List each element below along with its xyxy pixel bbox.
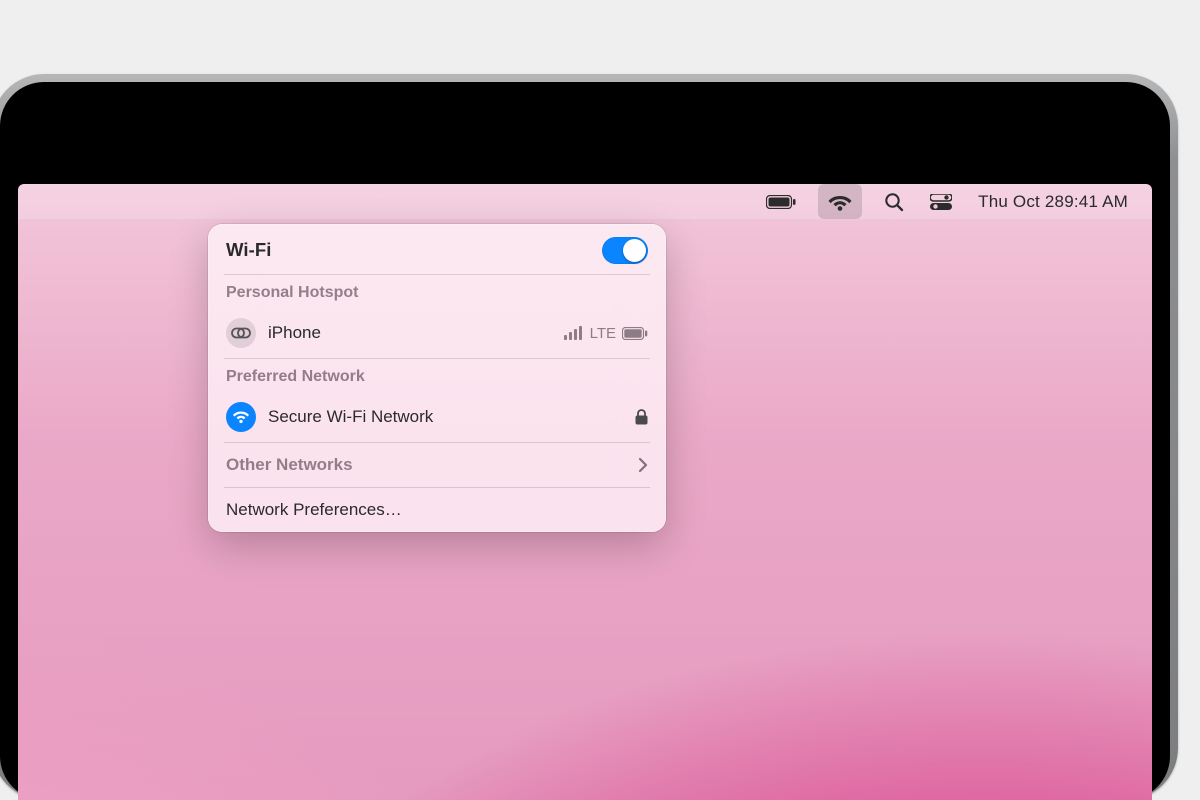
preferred-network-header: Preferred Network bbox=[208, 361, 666, 393]
hotspot-status: LTE bbox=[564, 325, 648, 342]
menu-bar-date: Thu Oct 28 bbox=[978, 192, 1064, 212]
battery-menu-item[interactable] bbox=[762, 184, 800, 219]
wifi-icon bbox=[828, 193, 852, 211]
spotlight-menu-item[interactable] bbox=[880, 184, 908, 219]
other-networks-row[interactable]: Other Networks bbox=[208, 445, 666, 485]
network-preferences-row[interactable]: Network Preferences… bbox=[208, 490, 666, 530]
network-preferences-label: Network Preferences… bbox=[226, 500, 402, 520]
hotspot-name: iPhone bbox=[268, 323, 552, 343]
control-center-menu-item[interactable] bbox=[926, 184, 956, 219]
cellular-bars-icon bbox=[564, 326, 584, 340]
wifi-title: Wi-Fi bbox=[226, 239, 272, 261]
wifi-menu-item[interactable] bbox=[818, 184, 862, 219]
control-center-icon bbox=[930, 194, 952, 210]
wifi-connected-icon bbox=[226, 402, 256, 432]
other-networks-label: Other Networks bbox=[226, 455, 353, 475]
divider bbox=[224, 442, 650, 443]
menu-bar: Thu Oct 28 9:41 AM bbox=[18, 184, 1152, 219]
wifi-small-icon bbox=[232, 410, 250, 424]
laptop-frame: Thu Oct 28 9:41 AM Wi-Fi Personal Hotspo… bbox=[0, 74, 1178, 800]
lock-icon bbox=[635, 409, 648, 425]
desktop-screen: Thu Oct 28 9:41 AM Wi-Fi Personal Hotspo… bbox=[18, 184, 1152, 800]
wifi-dropdown-panel: Wi-Fi Personal Hotspot iPhone bbox=[208, 224, 666, 532]
divider bbox=[224, 358, 650, 359]
preferred-network-item[interactable]: Secure Wi-Fi Network bbox=[214, 394, 660, 440]
hotspot-signal-label: LTE bbox=[590, 325, 616, 342]
battery-small-icon bbox=[622, 327, 648, 340]
menu-bar-time: 9:41 AM bbox=[1064, 192, 1128, 212]
hotspot-icon bbox=[226, 318, 256, 348]
personal-hotspot-header: Personal Hotspot bbox=[208, 277, 666, 309]
chain-link-icon bbox=[231, 327, 251, 339]
battery-icon bbox=[766, 195, 796, 209]
wifi-toggle-knob bbox=[623, 239, 646, 262]
menu-bar-clock[interactable]: Thu Oct 28 9:41 AM bbox=[974, 184, 1132, 219]
divider bbox=[224, 487, 650, 488]
wifi-title-row: Wi-Fi bbox=[208, 228, 666, 272]
hotspot-item-iphone[interactable]: iPhone LTE bbox=[214, 310, 660, 356]
chevron-right-icon bbox=[638, 457, 648, 473]
preferred-network-name: Secure Wi-Fi Network bbox=[268, 407, 623, 427]
wifi-toggle[interactable] bbox=[602, 237, 648, 264]
search-icon bbox=[884, 192, 904, 212]
divider bbox=[224, 274, 650, 275]
